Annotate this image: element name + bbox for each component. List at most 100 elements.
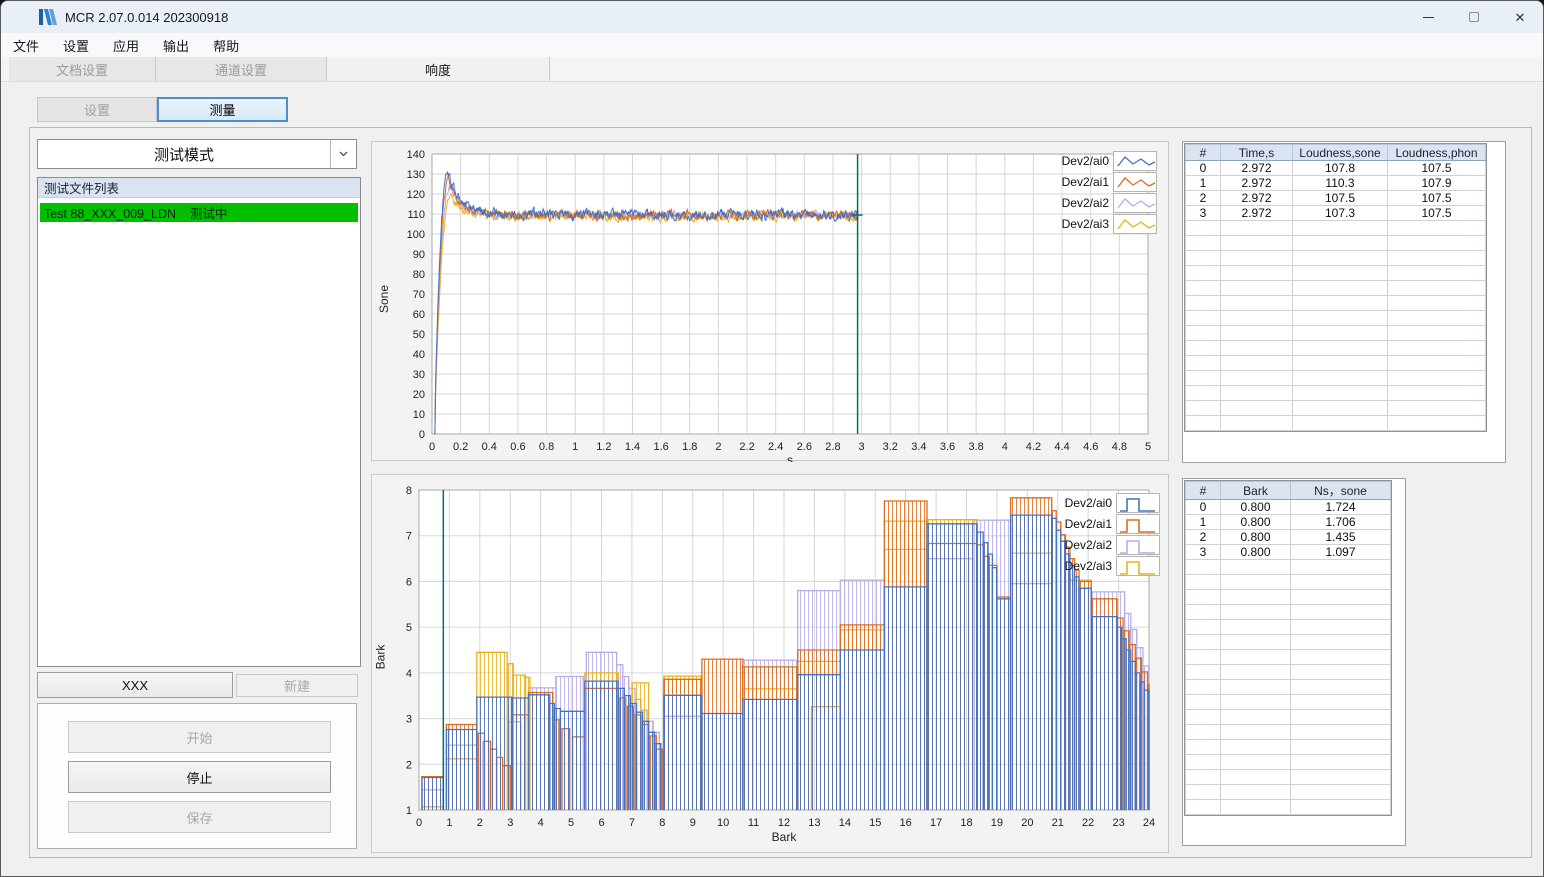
start-button[interactable]: 开始 [68, 721, 331, 753]
menu-settings[interactable]: 设置 [51, 33, 101, 58]
table-empty-row [1185, 574, 1391, 590]
svg-text:4: 4 [538, 817, 544, 829]
main-content: 设置 测量 测试模式 测试文件列表 Test 88_XXX_009_LDN 测试… [1, 82, 1543, 876]
svg-text:5: 5 [1145, 441, 1151, 453]
test-file-list-header: 测试文件列表 [38, 178, 360, 198]
menubar: 文件 设置 应用 输出 帮助 [1, 33, 1543, 57]
svg-text:0.2: 0.2 [453, 441, 468, 453]
test-file-listbox[interactable]: 测试文件列表 Test 88_XXX_009_LDN 测试中 [37, 177, 361, 667]
svg-text:Bark: Bark [772, 830, 798, 844]
legend-item[interactable]: Dev2/ai1 [1041, 171, 1157, 192]
maximize-icon [1469, 12, 1479, 22]
legend-item[interactable]: Dev2/ai1 [1044, 513, 1160, 534]
tab-loudness[interactable]: 响度 [327, 57, 550, 81]
svg-text:13: 13 [808, 817, 820, 829]
svg-text:3.2: 3.2 [883, 441, 898, 453]
close-icon: ✕ [1514, 9, 1526, 25]
minimize-icon [1422, 16, 1434, 18]
svg-text:10: 10 [717, 817, 729, 829]
column-header: Time,s [1220, 144, 1293, 161]
table-empty-row [1185, 799, 1391, 815]
svg-text:15: 15 [869, 817, 881, 829]
window-title: MCR 2.07.0.014 202300918 [65, 9, 229, 25]
save-button[interactable]: 保存 [68, 801, 331, 833]
svg-text:21: 21 [1052, 817, 1064, 829]
legend-item[interactable]: Dev2/ai3 [1041, 213, 1157, 234]
bark-table: # Bark Ns，sone 0 0.800 1.724 1 0.800 1.706 2 0.800… [1183, 480, 1405, 816]
table-empty-row [1185, 310, 1486, 326]
menu-help[interactable]: 帮助 [201, 33, 251, 58]
svg-text:2: 2 [477, 817, 483, 829]
svg-text:110: 110 [407, 209, 425, 221]
svg-text:6: 6 [598, 817, 604, 829]
svg-text:17: 17 [930, 817, 942, 829]
svg-text:1.8: 1.8 [682, 441, 697, 453]
svg-text:16: 16 [900, 817, 912, 829]
svg-text:19: 19 [991, 817, 1003, 829]
column-header: Bark [1220, 481, 1291, 500]
table-empty-row [1185, 220, 1486, 236]
svg-text:4: 4 [1002, 441, 1008, 453]
table-empty-row [1185, 235, 1486, 251]
menu-apply[interactable]: 应用 [101, 33, 151, 58]
new-button[interactable]: 新建 [236, 674, 358, 697]
table-empty-row [1185, 250, 1486, 266]
legend-item[interactable]: Dev2/ai3 [1044, 555, 1160, 576]
svg-text:120: 120 [407, 189, 425, 201]
svg-text:1.2: 1.2 [596, 441, 611, 453]
svg-text:3.4: 3.4 [911, 441, 926, 453]
svg-text:1: 1 [446, 817, 452, 829]
chevron-down-icon[interactable] [330, 140, 356, 168]
table-empty-row [1185, 265, 1486, 281]
minimize-button[interactable] [1405, 1, 1451, 33]
test-mode-dropdown[interactable]: 测试模式 [37, 139, 357, 169]
column-header: Loudness,phon [1387, 144, 1486, 161]
svg-text:1: 1 [572, 441, 578, 453]
svg-text:8: 8 [406, 485, 412, 497]
table-empty-row [1185, 739, 1391, 755]
table-empty-row [1185, 400, 1486, 416]
test-file-item[interactable]: Test 88_XXX_009_LDN 测试中 [40, 203, 358, 222]
menu-file[interactable]: 文件 [1, 33, 51, 58]
line-series-icon [1113, 192, 1157, 213]
app-window: MCR 2.07.0.014 202300918 ✕ 文件 设置 应用 输出 帮… [0, 0, 1544, 877]
run-control-panel: 开始 停止 保存 [37, 703, 357, 849]
svg-text:140: 140 [407, 149, 425, 161]
table-empty-row [1185, 295, 1486, 311]
svg-text:4.8: 4.8 [1112, 441, 1127, 453]
top-chart-ylabel: Sone [377, 284, 392, 314]
subtab-settings-button[interactable]: 设置 [37, 97, 157, 122]
svg-text:5: 5 [568, 817, 574, 829]
table-empty-row [1185, 649, 1391, 665]
svg-text:0: 0 [429, 441, 435, 453]
app-icon [39, 9, 57, 25]
legend-item[interactable]: Dev2/ai0 [1044, 492, 1160, 513]
svg-text:2.6: 2.6 [797, 441, 812, 453]
tabstrip: 文档设置 通道设置 响度 [1, 57, 1543, 82]
table-empty-row [1185, 355, 1486, 371]
xxx-button[interactable]: XXX [37, 672, 233, 698]
table-empty-row [1185, 340, 1486, 356]
svg-text:14: 14 [839, 817, 851, 829]
tab-channel-settings[interactable]: 通道设置 [156, 57, 327, 81]
svg-text:4.2: 4.2 [1026, 441, 1041, 453]
table-empty-row [1185, 769, 1391, 785]
menu-output[interactable]: 输出 [151, 33, 201, 58]
legend-item[interactable]: Dev2/ai2 [1041, 192, 1157, 213]
legend-item[interactable]: Dev2/ai0 [1041, 150, 1157, 171]
tab-document-settings[interactable]: 文档设置 [9, 57, 156, 81]
maximize-button[interactable] [1451, 1, 1497, 33]
table-empty-row [1185, 634, 1391, 650]
window-controls: ✕ [1405, 1, 1543, 33]
subtab-measure-button[interactable]: 测量 [157, 97, 288, 122]
svg-text:2.4: 2.4 [768, 441, 783, 453]
legend-item[interactable]: Dev2/ai2 [1044, 534, 1160, 555]
table-empty-row [1185, 724, 1391, 740]
svg-text:100: 100 [407, 229, 425, 241]
svg-text:0.8: 0.8 [539, 441, 554, 453]
close-button[interactable]: ✕ [1497, 1, 1543, 33]
svg-text:0.6: 0.6 [510, 441, 525, 453]
stop-button[interactable]: 停止 [68, 761, 331, 793]
svg-text:4: 4 [406, 668, 412, 680]
column-header: # [1185, 144, 1221, 161]
